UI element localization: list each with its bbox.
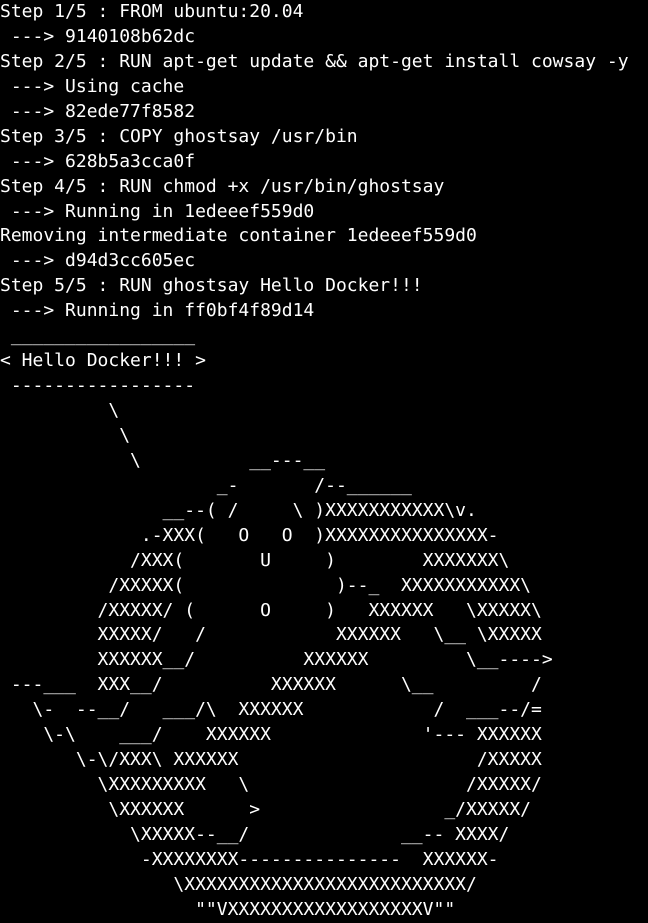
terminal-line: Removing intermediate container 1edeeef5… bbox=[0, 225, 477, 247]
ascii-art-line: \XXXXXXXXX \ /XXXXX/ bbox=[0, 774, 542, 796]
terminal-line: Step 1/5 : FROM ubuntu:20.04 bbox=[0, 1, 304, 22]
terminal-line: ---> Running in ff0bf4f89d14 bbox=[0, 300, 315, 322]
ascii-art-line: \XXXXXX > _/XXXXX/ bbox=[0, 799, 532, 820]
ascii-art-line: \ bbox=[0, 400, 120, 421]
ascii-art-line: /XXXXX( )--_ XXXXXXXXXXX\ bbox=[0, 574, 532, 596]
ascii-art-line: .-XXX( O O )XXXXXXXXXXXXXXX- bbox=[0, 524, 499, 546]
terminal-line: ---> d94d3cc605ec bbox=[0, 250, 196, 272]
ascii-art-line: __--( / \ )XXXXXXXXXXX\v. bbox=[0, 499, 477, 521]
terminal-line: ---> 628b5a3cca0f bbox=[0, 150, 196, 172]
terminal-line: ---> 9140108b62dc bbox=[0, 25, 196, 47]
ascii-art-line: XXXXXX__/ XXXXXX \__----> bbox=[0, 649, 553, 671]
ascii-art-line: XXXXX/ / XXXXXX \__ \XXXXX bbox=[0, 624, 542, 646]
terminal-line: Step 2/5 : RUN apt-get update && apt-get… bbox=[0, 50, 629, 72]
ascii-art-line: /XXXXX/ ( O ) XXXXXX \XXXXX\ bbox=[0, 599, 542, 621]
speech-bubble-text: < Hello Docker!!! > bbox=[0, 350, 206, 372]
terminal-line: Step 4/5 : RUN chmod +x /usr/bin/ghostsa… bbox=[0, 175, 445, 197]
ascii-art-line: \XXXXXXXXXXXXXXXXXXXXXXXXXX/ bbox=[0, 873, 477, 895]
terminal-line: ---> Running in 1edeeef559d0 bbox=[0, 200, 315, 222]
speech-bubble-top: _________________ bbox=[0, 325, 196, 347]
ascii-art-line: \ bbox=[0, 424, 131, 446]
terminal-window[interactable]: Step 1/5 : FROM ubuntu:20.04 ---> 914010… bbox=[0, 0, 648, 923]
ascii-art-line: \ __---__ bbox=[0, 449, 326, 471]
ascii-art-line: ""VXXXXXXXXXXXXXXXXXXV"" bbox=[0, 898, 456, 920]
terminal-line: Step 3/5 : COPY ghostsay /usr/bin bbox=[0, 125, 358, 147]
ascii-art-line: ---___ XXX__/ XXXXXX \__ / bbox=[0, 674, 542, 696]
terminal-line: ---> 82ede77f8582 bbox=[0, 100, 196, 122]
speech-bubble-bottom: ----------------- bbox=[0, 375, 196, 397]
ascii-art-line: \- --__/ ___/\ XXXXXX / ___--/= bbox=[0, 699, 542, 721]
ascii-art-line: \XXXXX--__/ __-- XXXX/ bbox=[0, 823, 510, 845]
ascii-art-line: /XXX( U ) XXXXXXX\ bbox=[0, 549, 510, 571]
ascii-art-line: \-\/XXX\ XXXXXX /XXXXX bbox=[0, 749, 542, 771]
terminal-line: ---> Using cache bbox=[0, 75, 185, 97]
ascii-art-line: -XXXXXXXX--------------- XXXXXX- bbox=[0, 848, 499, 870]
terminal-line: Step 5/5 : RUN ghostsay Hello Docker!!! bbox=[0, 275, 423, 297]
ascii-art-line: \-\ ___/ XXXXXX '--- XXXXXX bbox=[0, 724, 542, 746]
ascii-art-line: _- /--______ bbox=[0, 474, 412, 496]
